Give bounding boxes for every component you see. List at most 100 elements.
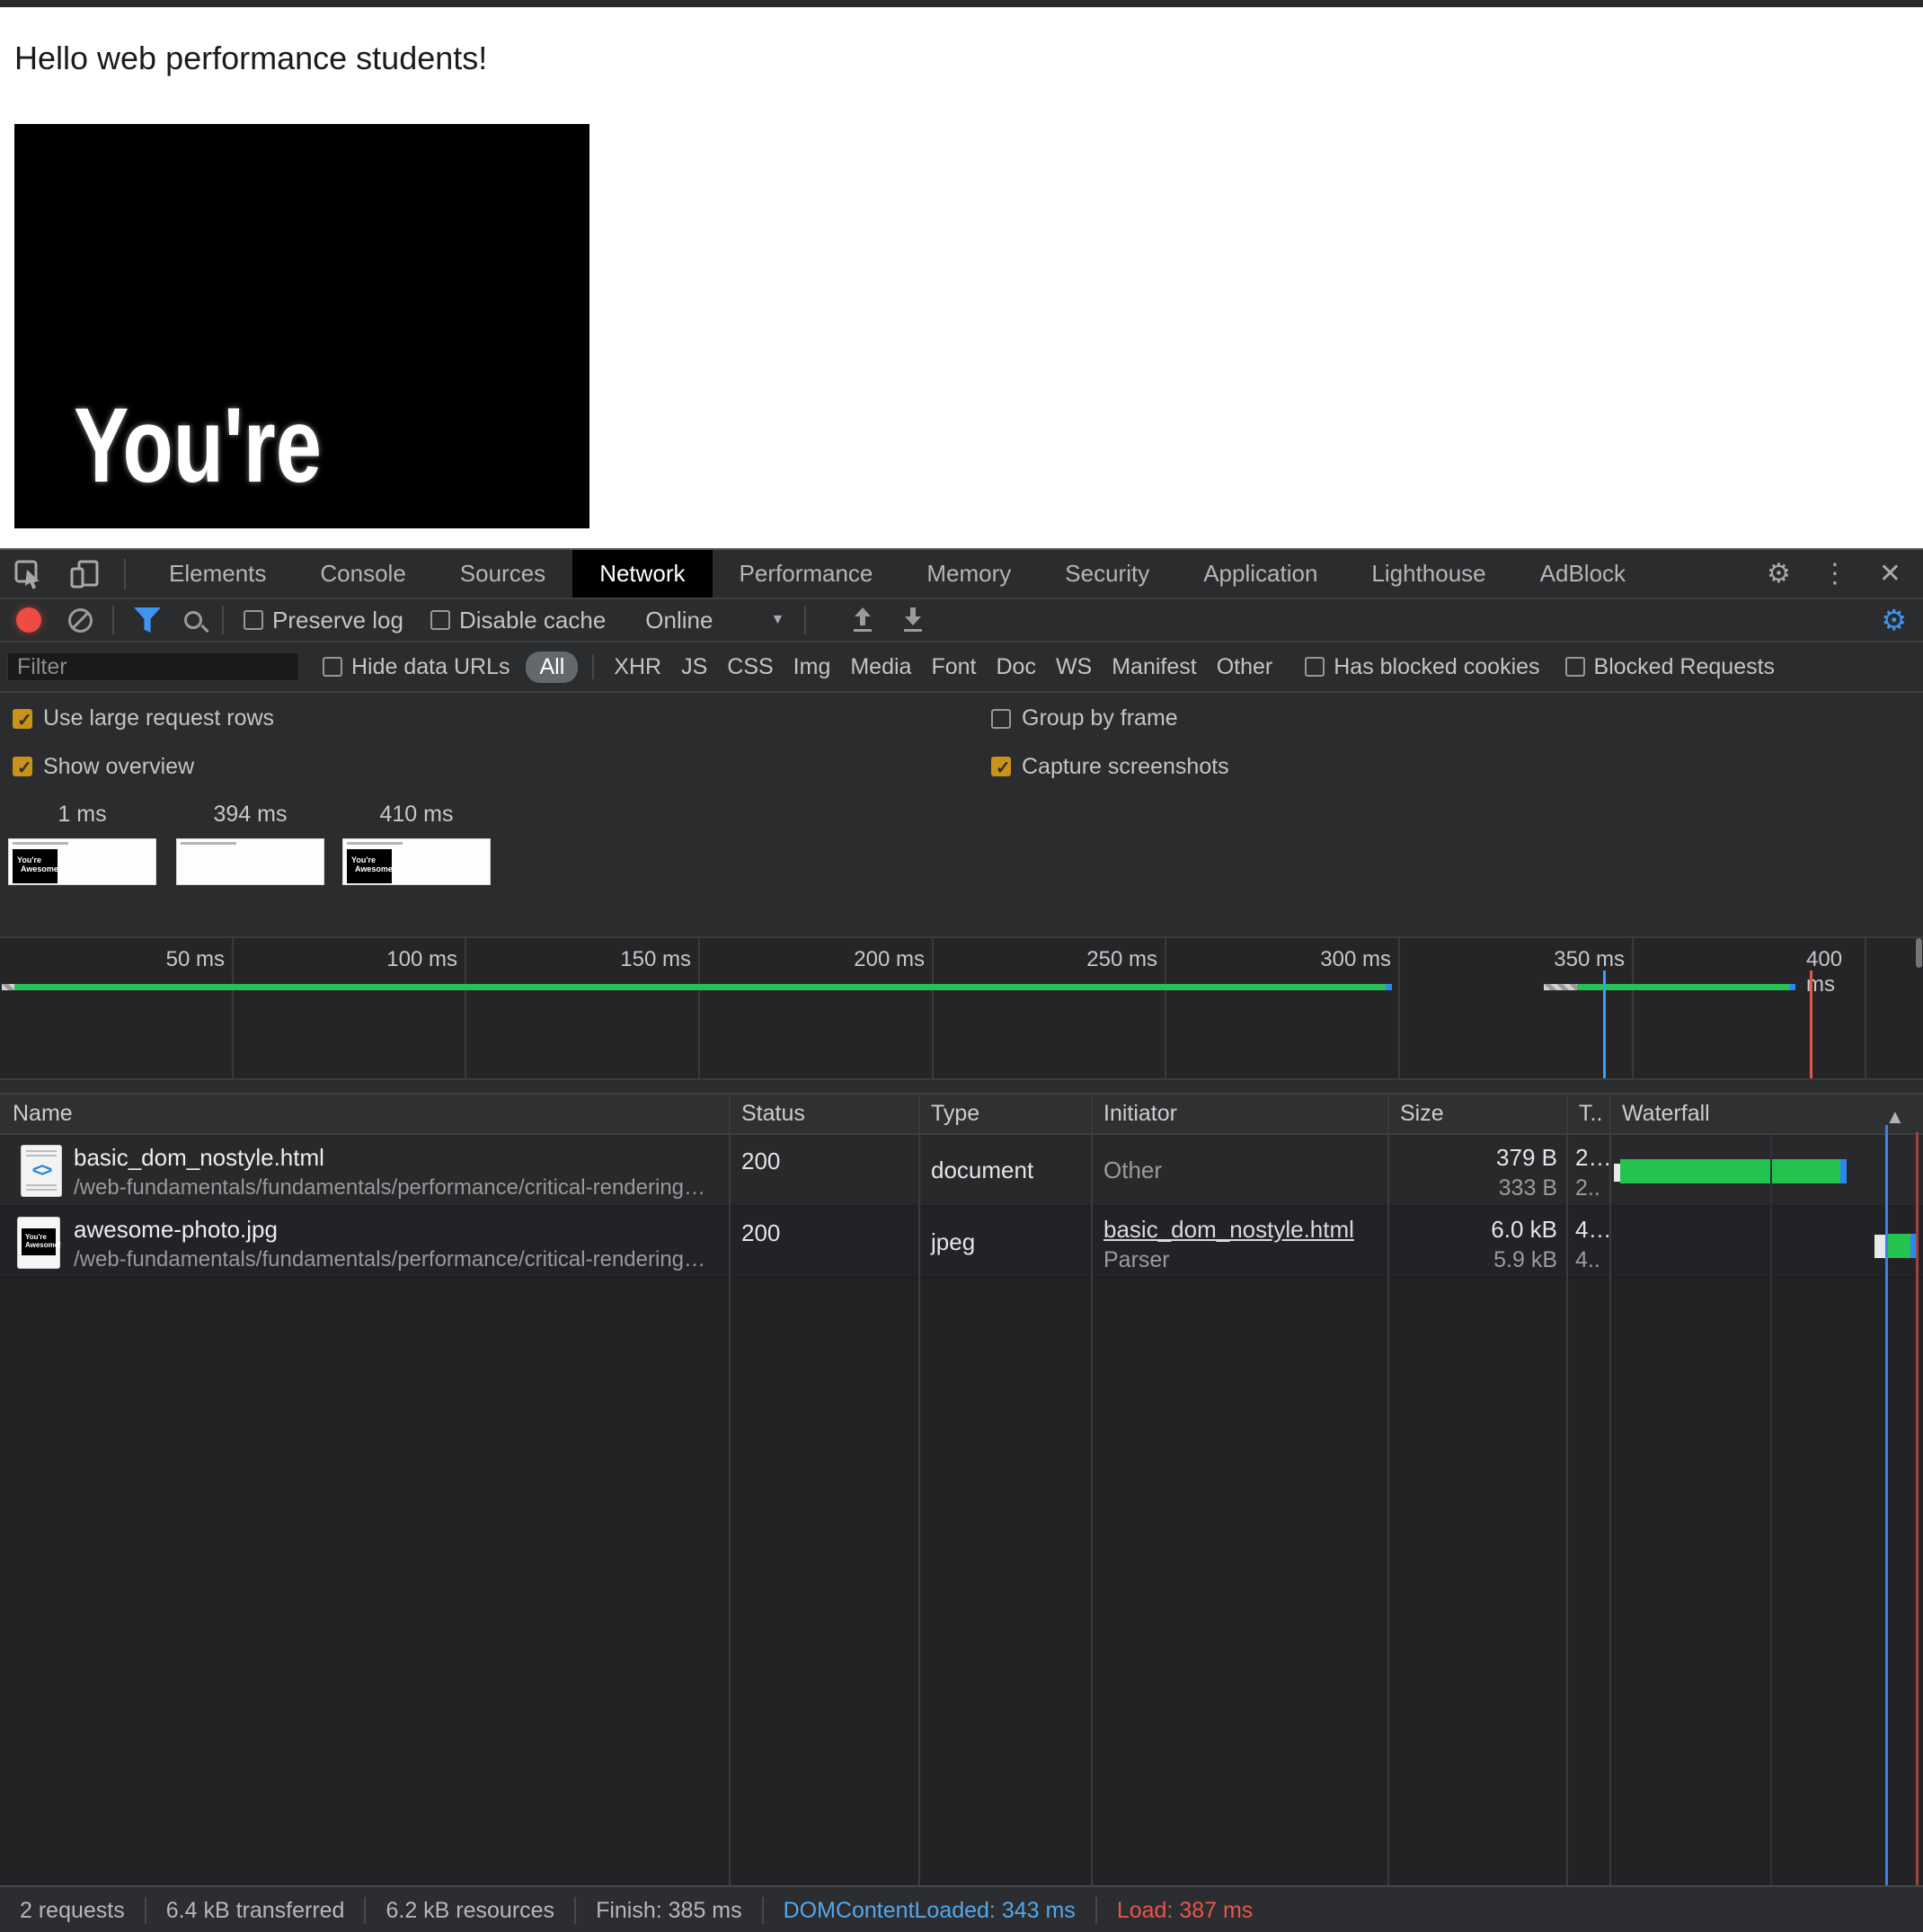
tab-security[interactable]: Security [1038, 550, 1176, 598]
overview-scrollbar-thumb[interactable] [1916, 938, 1922, 968]
overview-gridline [1398, 938, 1400, 1078]
column-header-initiator[interactable]: Initiator [1091, 1095, 1387, 1133]
tab-network[interactable]: Network [572, 550, 712, 598]
filter-type-all[interactable]: All [526, 651, 578, 683]
hero-text-line1: You're [74, 385, 322, 507]
capture-screenshots-label: Capture screenshots [1022, 754, 1229, 780]
column-header-time[interactable]: T.. [1566, 1095, 1609, 1133]
requests-table-header: Name Status Type Initiator Size T.. Wate… [0, 1093, 1923, 1135]
overview-tick-300ms: 300 ms [1320, 947, 1398, 972]
has-blocked-cookies-checkbox[interactable] [1305, 657, 1325, 677]
settings-gear-icon[interactable]: ⚙ [1767, 561, 1791, 588]
filter-type-other[interactable]: Other [1217, 654, 1273, 680]
group-by-frame-label: Group by frame [1022, 705, 1178, 731]
export-har-icon[interactable] [899, 606, 926, 634]
filter-type-media[interactable]: Media [850, 654, 911, 680]
column-header-type[interactable]: Type [918, 1095, 1091, 1133]
filmstrip-thumbnail-2 [176, 838, 324, 885]
waterfall-bar-document [1620, 1159, 1847, 1183]
filmstrip-frame-3[interactable]: 410 ms You'reAwesome! [342, 802, 491, 885]
overview-gridline [932, 938, 934, 1078]
tab-lighthouse[interactable]: Lighthouse [1344, 550, 1512, 598]
network-settings-gear-icon[interactable]: ⚙ [1881, 603, 1907, 637]
throttling-select[interactable]: Online ▼ [645, 607, 784, 634]
use-large-request-rows-checkbox[interactable] [13, 709, 32, 729]
filter-type-ws[interactable]: WS [1056, 654, 1092, 680]
tab-console[interactable]: Console [293, 550, 432, 598]
tab-application[interactable]: Application [1176, 550, 1344, 598]
filter-type-css[interactable]: CSS [727, 654, 773, 680]
device-toolbar-icon[interactable] [68, 558, 101, 590]
tabbar-divider [124, 559, 126, 589]
preserve-log-checkbox[interactable] [244, 610, 263, 630]
column-header-waterfall[interactable]: Waterfall [1609, 1095, 1879, 1133]
network-status-bar: 2 requests 6.4 kB transferred 6.2 kB res… [0, 1885, 1923, 1932]
request-row-basic-dom-nostyle[interactable]: <> basic_dom_nostyle.html /web-fundament… [0, 1135, 1923, 1207]
initiator-link[interactable]: basic_dom_nostyle.html [1103, 1216, 1354, 1244]
time-cell: 2… 2.. [1566, 1135, 1609, 1205]
filmstrip-frame-1[interactable]: 1 ms You'reAwesome! [8, 802, 156, 885]
preserve-log-label: Preserve log [272, 607, 403, 634]
group-by-frame-checkbox[interactable] [991, 709, 1011, 729]
tab-adblock[interactable]: AdBlock [1513, 550, 1653, 598]
overview-request1-waiting [2, 984, 14, 990]
options-row-1: Use large request rows Group by frame [0, 693, 1923, 744]
overview-request1-bar [14, 984, 1392, 990]
request-row-awesome-photo[interactable]: You'reAwesome! awesome-photo.jpg /web-fu… [0, 1207, 1923, 1279]
column-header-name[interactable]: Name [0, 1095, 729, 1133]
import-har-icon[interactable] [849, 606, 876, 634]
disable-cache-checkbox[interactable] [430, 610, 450, 630]
domcontentloaded-time: DOMContentLoaded: 343 ms [764, 1898, 1095, 1924]
overview-tick-100ms: 100 ms [386, 947, 465, 972]
sort-ascending-icon[interactable]: ▲ [1885, 1105, 1905, 1129]
tab-elements[interactable]: Elements [142, 550, 293, 598]
tab-memory[interactable]: Memory [899, 550, 1038, 598]
filter-type-js[interactable]: JS [681, 654, 707, 680]
search-icon[interactable] [184, 611, 202, 629]
size-cell: 379 B 333 B [1387, 1135, 1566, 1205]
options-row-2: Show overview Capture screenshots [0, 744, 1923, 789]
tab-sources[interactable]: Sources [433, 550, 572, 598]
close-devtools-icon[interactable]: ✕ [1879, 561, 1901, 588]
show-overview-checkbox[interactable] [13, 757, 32, 776]
overview-tick-400ms: 400 ms [1806, 947, 1865, 997]
filmstrip-time-1: 1 ms [8, 802, 156, 828]
thumbnail-text-line [347, 842, 403, 845]
has-blocked-cookies-label: Has blocked cookies [1334, 654, 1539, 680]
column-header-status[interactable]: Status [729, 1095, 918, 1133]
overview-tick-250ms: 250 ms [1086, 947, 1165, 972]
filter-funnel-icon[interactable] [134, 607, 161, 633]
filter-type-font[interactable]: Font [931, 654, 976, 680]
tab-performance[interactable]: Performance [713, 550, 900, 598]
request-count: 2 requests [0, 1898, 145, 1924]
kebab-menu-icon[interactable]: ⋮ [1821, 561, 1848, 588]
clear-network-log-icon[interactable] [68, 608, 93, 633]
filter-type-img[interactable]: Img [793, 654, 831, 680]
filter-type-doc[interactable]: Doc [996, 654, 1035, 680]
screenshot-root: Hello web performance students! You're A… [0, 0, 1923, 1932]
filmstrip-thumbnail-1: You'reAwesome! [8, 838, 156, 885]
capture-screenshots-checkbox[interactable] [991, 757, 1011, 776]
window-top-edge [0, 0, 1923, 7]
inspect-element-icon[interactable] [13, 558, 45, 590]
waterfall-queue-tick [1614, 1164, 1620, 1182]
filter-type-xhr[interactable]: XHR [614, 654, 661, 680]
record-network-log-button[interactable] [16, 607, 41, 633]
filter-input[interactable] [7, 652, 299, 681]
network-overview-timeline[interactable]: 50 ms 100 ms 150 ms 200 ms 250 ms 300 ms… [0, 938, 1923, 1080]
size-cell: 6.0 kB 5.9 kB [1387, 1207, 1566, 1277]
filter-type-manifest[interactable]: Manifest [1112, 654, 1196, 680]
filmstrip-frame-2[interactable]: 394 ms [176, 802, 324, 885]
blocked-requests-checkbox[interactable] [1565, 657, 1585, 677]
type-cell: jpeg [918, 1207, 1091, 1277]
overview-tick-50ms: 50 ms [166, 947, 232, 972]
initiator-cell: Other [1091, 1135, 1387, 1205]
toolbar-divider [222, 606, 224, 634]
overview-gridline [232, 938, 234, 1078]
throttling-value: Online [645, 607, 713, 634]
hide-data-urls-checkbox[interactable] [323, 657, 342, 677]
name-cell: You'reAwesome! awesome-photo.jpg /web-fu… [0, 1207, 729, 1277]
blocked-requests-label: Blocked Requests [1594, 654, 1776, 680]
overview-gridline [698, 938, 700, 1078]
column-header-size[interactable]: Size [1387, 1095, 1566, 1133]
